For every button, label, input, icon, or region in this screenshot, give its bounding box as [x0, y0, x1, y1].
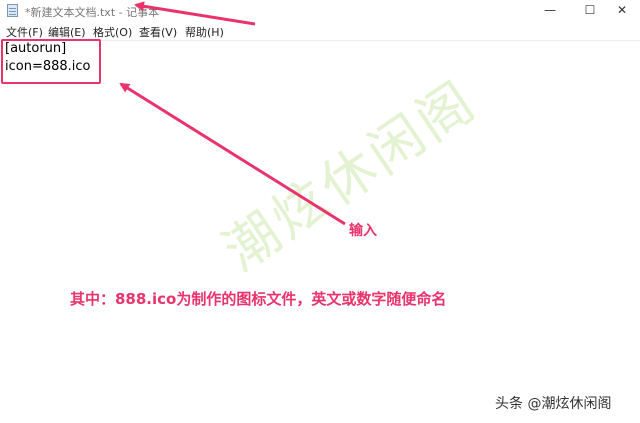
annotation-input-label: 输入: [349, 223, 377, 239]
menu-bar: 文件(F) 编辑(E) 格式(O) 查看(V) 帮助(H): [0, 22, 640, 40]
annotation-description: 其中：888.ico为制作的图标文件，英文或数字随便命名: [70, 290, 447, 308]
menu-view[interactable]: 查看(V): [139, 24, 177, 40]
menu-file[interactable]: 文件(F): [6, 24, 43, 40]
credit-text: 头条 @潮炫休闲阁: [495, 396, 612, 412]
maximize-button[interactable]: ☐: [572, 0, 608, 22]
minimize-button[interactable]: —: [532, 0, 568, 22]
menu-format[interactable]: 格式(O): [93, 24, 132, 40]
menu-edit[interactable]: 编辑(E): [48, 24, 86, 40]
window-title: *新建文本文档.txt - 记事本: [25, 6, 160, 19]
notepad-icon: [7, 4, 18, 17]
close-button[interactable]: ✕: [604, 0, 640, 22]
highlight-box: [1, 39, 101, 84]
menu-help[interactable]: 帮助(H): [185, 24, 224, 40]
title-bar: *新建文本文档.txt - 记事本 — ☐ ✕: [0, 0, 640, 22]
